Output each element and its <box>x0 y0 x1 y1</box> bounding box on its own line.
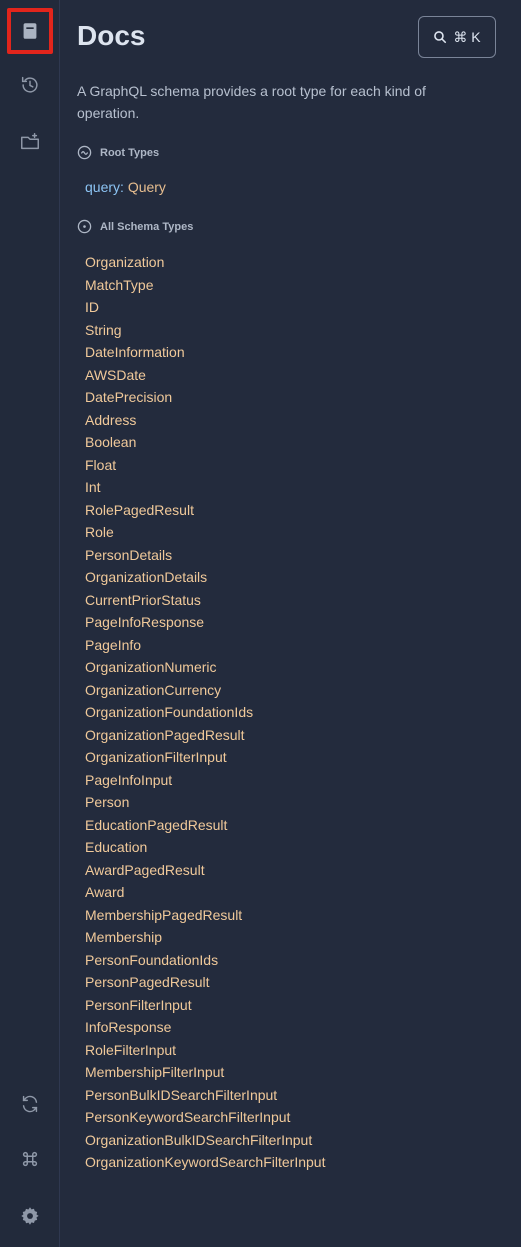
schema-type-link[interactable]: Person <box>85 791 325 814</box>
root-field-name: query <box>85 179 121 195</box>
schema-type-link[interactable]: RoleFilterInput <box>85 1039 325 1062</box>
history-button[interactable] <box>7 62 53 108</box>
schema-type-link[interactable]: Award <box>85 881 325 904</box>
schema-type-link[interactable]: OrganizationCurrency <box>85 679 325 702</box>
add-folder-icon <box>21 133 39 150</box>
schema-type-link[interactable]: OrganizationPagedResult <box>85 724 325 747</box>
schema-type-link[interactable]: PersonKeywordSearchFilterInput <box>85 1106 325 1129</box>
refresh-icon <box>22 1095 38 1113</box>
schema-type-link[interactable]: OrganizationNumeric <box>85 656 325 679</box>
schema-type-link[interactable]: OrganizationFoundationIds <box>85 701 325 724</box>
docs-panel: Docs ⌘ K A GraphQL schema provides a roo… <box>61 0 521 1247</box>
schema-type-link[interactable]: Int <box>85 476 325 499</box>
settings-button[interactable] <box>7 1193 53 1239</box>
root-types-label: Root Types <box>100 146 160 159</box>
schema-description: A GraphQL schema provides a root type fo… <box>77 83 426 121</box>
schema-type-link[interactable]: MembershipPagedResult <box>85 904 325 927</box>
schema-type-link[interactable]: Membership <box>85 926 325 949</box>
schema-type-link[interactable]: PageInfoInput <box>85 769 325 792</box>
schema-type-link[interactable]: Role <box>85 521 325 544</box>
schema-type-link[interactable]: PersonPagedResult <box>85 971 325 994</box>
schema-type-link[interactable]: CurrentPriorStatus <box>85 589 325 612</box>
schema-type-link[interactable]: OrganizationFilterInput <box>85 746 325 769</box>
schema-type-link[interactable]: Education <box>85 836 325 859</box>
schema-type-link[interactable]: PageInfo <box>85 634 325 657</box>
docs-search-button[interactable]: ⌘ K <box>418 16 496 58</box>
schema-type-link[interactable]: MatchType <box>85 274 325 297</box>
docs-title: Docs <box>77 20 146 51</box>
schema-type-link[interactable]: EducationPagedResult <box>85 814 325 837</box>
schema-type-link[interactable]: OrganizationBulkIDSearchFilterInput <box>85 1129 325 1152</box>
refetch-schema-button[interactable] <box>7 1081 53 1127</box>
schema-type-link[interactable]: String <box>85 319 325 342</box>
collections-button[interactable] <box>7 119 53 165</box>
schema-type-link[interactable]: OrganizationKeywordSearchFilterInput <box>85 1151 325 1174</box>
schema-type-link[interactable]: PersonDetails <box>85 544 325 567</box>
root-types-heading: Root Types <box>77 145 159 160</box>
schema-type-link[interactable]: AWSDate <box>85 364 325 387</box>
all-types-label: All Schema Types <box>100 220 194 233</box>
plugin-sidebar <box>0 0 60 1247</box>
schema-type-link[interactable]: RolePagedResult <box>85 499 325 522</box>
search-icon <box>434 31 447 44</box>
command-key-icon <box>22 1151 38 1167</box>
schema-type-link[interactable]: Float <box>85 454 325 477</box>
schema-type-link[interactable]: AwardPagedResult <box>85 859 325 882</box>
schema-type-link[interactable]: Organization <box>85 251 325 274</box>
search-shortcut-label: ⌘ K <box>453 28 481 45</box>
root-query-field[interactable]: query: Query <box>85 179 166 195</box>
schema-type-link[interactable]: PersonFilterInput <box>85 994 325 1017</box>
schema-type-link[interactable]: MembershipFilterInput <box>85 1061 325 1084</box>
root-types-icon <box>77 145 92 160</box>
schema-type-link[interactable]: OrganizationDetails <box>85 566 325 589</box>
docs-book-icon <box>23 23 37 39</box>
schema-type-link[interactable]: PersonBulkIDSearchFilterInput <box>85 1084 325 1107</box>
graphiql-app: Docs ⌘ K A GraphQL schema provides a roo… <box>0 0 521 1247</box>
schema-type-list: Organization MatchType ID String DateInforma… <box>85 251 325 1174</box>
schema-type-link[interactable]: PersonFoundationIds <box>85 949 325 972</box>
schema-type-link[interactable]: DateInformation <box>85 341 325 364</box>
docs-explorer-button[interactable] <box>7 8 53 54</box>
all-types-heading: All Schema Types <box>77 219 193 234</box>
schema-type-link[interactable]: PageInfoResponse <box>85 611 325 634</box>
root-field-type: Query <box>127 179 166 195</box>
schema-type-link[interactable]: Address <box>85 409 325 432</box>
root-field-separator: : <box>120 179 128 195</box>
shortcuts-button[interactable] <box>7 1136 53 1182</box>
all-types-icon <box>77 219 92 234</box>
history-icon <box>21 76 38 93</box>
schema-type-link[interactable]: ID <box>85 296 325 319</box>
schema-type-link[interactable]: InfoResponse <box>85 1016 325 1039</box>
settings-gear-icon <box>21 1207 39 1225</box>
schema-type-link[interactable]: DatePrecision <box>85 386 325 409</box>
schema-type-link[interactable]: Boolean <box>85 431 325 454</box>
